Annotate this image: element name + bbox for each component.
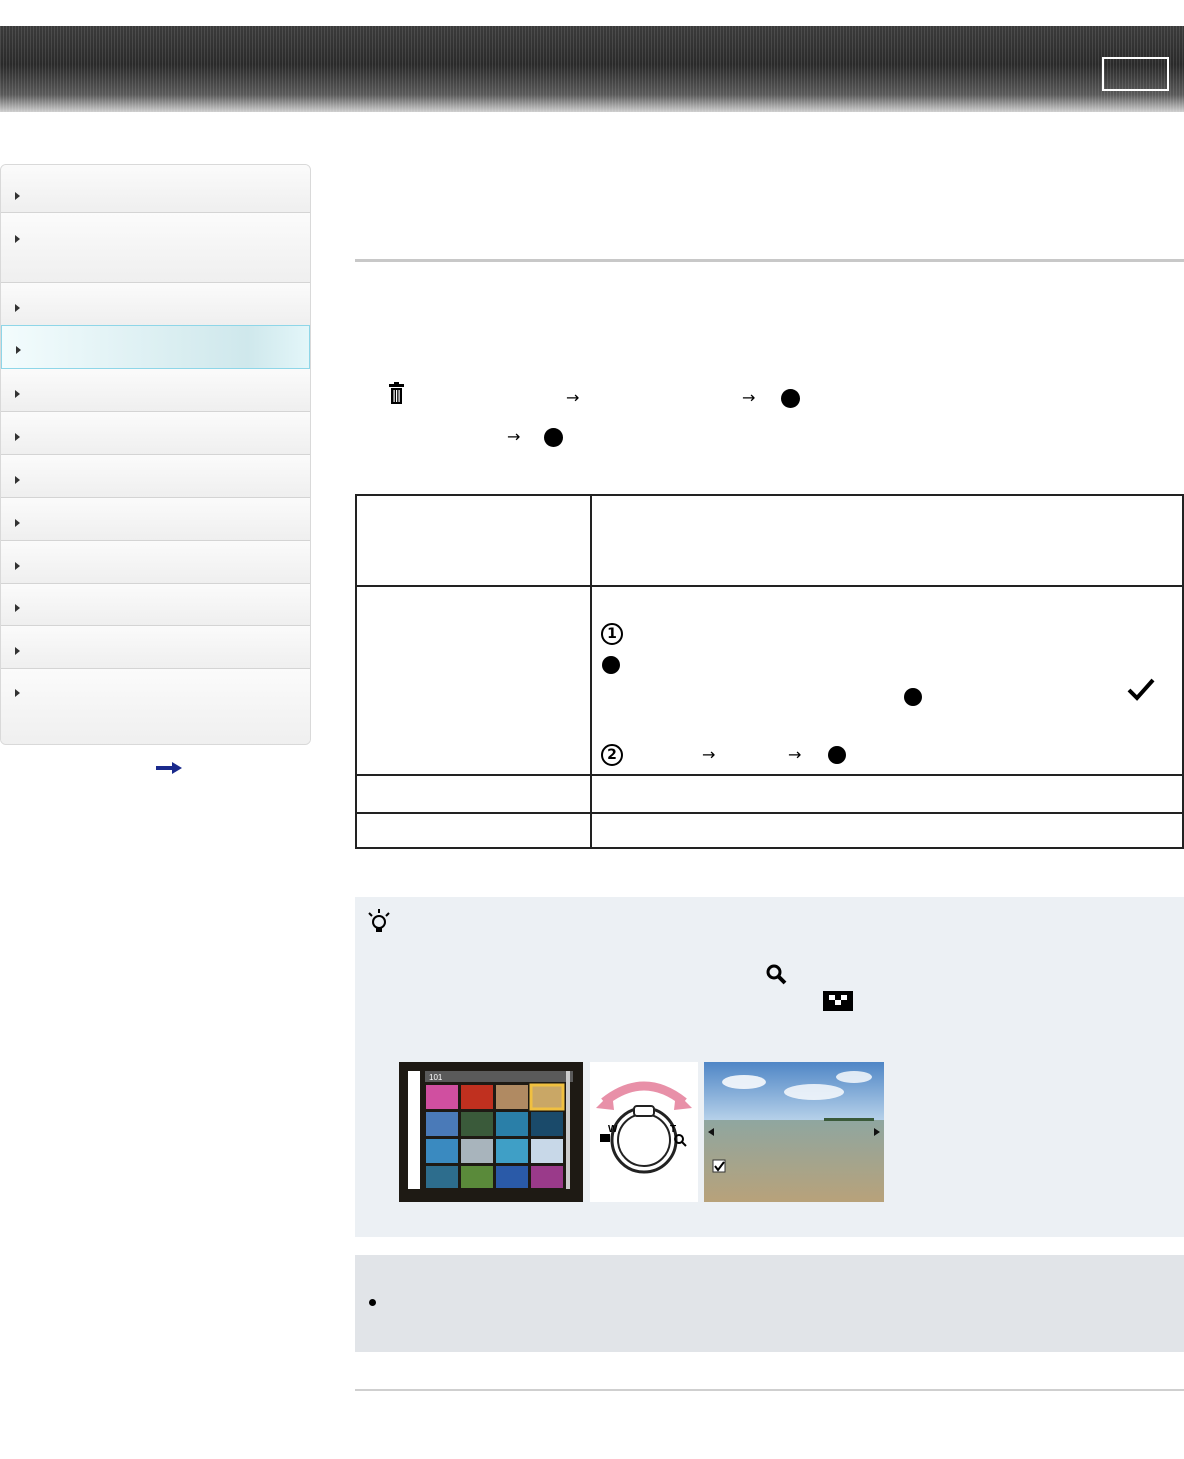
checkmark-icon (1127, 678, 1155, 701)
table-row-divider (357, 812, 1184, 814)
triangle-right-icon (15, 192, 20, 200)
circled-number-1-icon: 1 (601, 623, 623, 645)
center-button-icon (828, 746, 846, 764)
triangle-right-icon (15, 433, 20, 441)
sidebar-item-9[interactable] (1, 541, 310, 584)
triangle-right-icon (15, 476, 20, 484)
sidebar-item-8[interactable] (1, 498, 310, 541)
center-button-icon (781, 389, 800, 408)
center-button-icon (904, 688, 922, 706)
triangle-right-icon (15, 390, 20, 398)
folder-label: 101 (429, 1073, 443, 1082)
table-row-divider (357, 585, 1184, 587)
triangle-right-icon (15, 647, 20, 655)
sidebar-item-11[interactable] (1, 626, 310, 669)
sidebar-item-2[interactable] (1, 213, 310, 283)
sidebar-item-3[interactable] (1, 283, 310, 326)
sidebar-item-4-active[interactable] (1, 325, 310, 369)
trash-icon (389, 382, 404, 404)
triangle-right-icon (15, 304, 20, 312)
lightbulb-icon (368, 909, 390, 932)
triangle-right-icon (15, 235, 20, 243)
sidebar-item-10[interactable] (1, 584, 310, 626)
arrow-icon: → (702, 745, 716, 764)
sidebar-item-1[interactable] (1, 165, 310, 213)
zoom-lever-image: W T (590, 1062, 698, 1202)
header-button[interactable] (1102, 57, 1169, 91)
single-image-view (704, 1062, 884, 1202)
arrow-icon: → (507, 427, 521, 446)
magnifier-icon (766, 964, 787, 985)
sidebar-item-7[interactable] (1, 455, 310, 498)
triangle-right-icon (16, 346, 21, 354)
index-grid-icon (823, 991, 853, 1011)
options-table: 1 2 → → (355, 494, 1184, 849)
index-screen-image: 101 (399, 1062, 583, 1202)
arrow-icon: → (566, 388, 580, 407)
svg-text:W: W (608, 1124, 618, 1135)
footer-divider (355, 1389, 1184, 1391)
triangle-right-icon (15, 562, 20, 570)
sidebar-item-6[interactable] (1, 412, 310, 455)
triangle-right-icon (15, 519, 20, 527)
page-header (0, 26, 1184, 112)
table-column-divider (590, 496, 592, 849)
sidebar-item-5[interactable] (1, 369, 310, 412)
center-button-icon (544, 428, 563, 447)
note-panel (355, 1255, 1184, 1352)
sidebar-nav (0, 164, 311, 745)
triangle-right-icon (15, 689, 20, 697)
table-row-divider (357, 774, 1184, 776)
triangle-right-icon (15, 604, 20, 612)
arrow-right-icon[interactable] (156, 762, 182, 774)
arrow-icon: → (788, 745, 802, 764)
arrow-icon: → (742, 388, 756, 407)
sidebar-item-12[interactable] (1, 669, 310, 744)
svg-text:T: T (670, 1124, 676, 1135)
circled-number-2-icon: 2 (601, 744, 623, 766)
center-button-icon (602, 656, 620, 674)
bullet-icon (369, 1299, 376, 1306)
title-divider (355, 259, 1184, 262)
